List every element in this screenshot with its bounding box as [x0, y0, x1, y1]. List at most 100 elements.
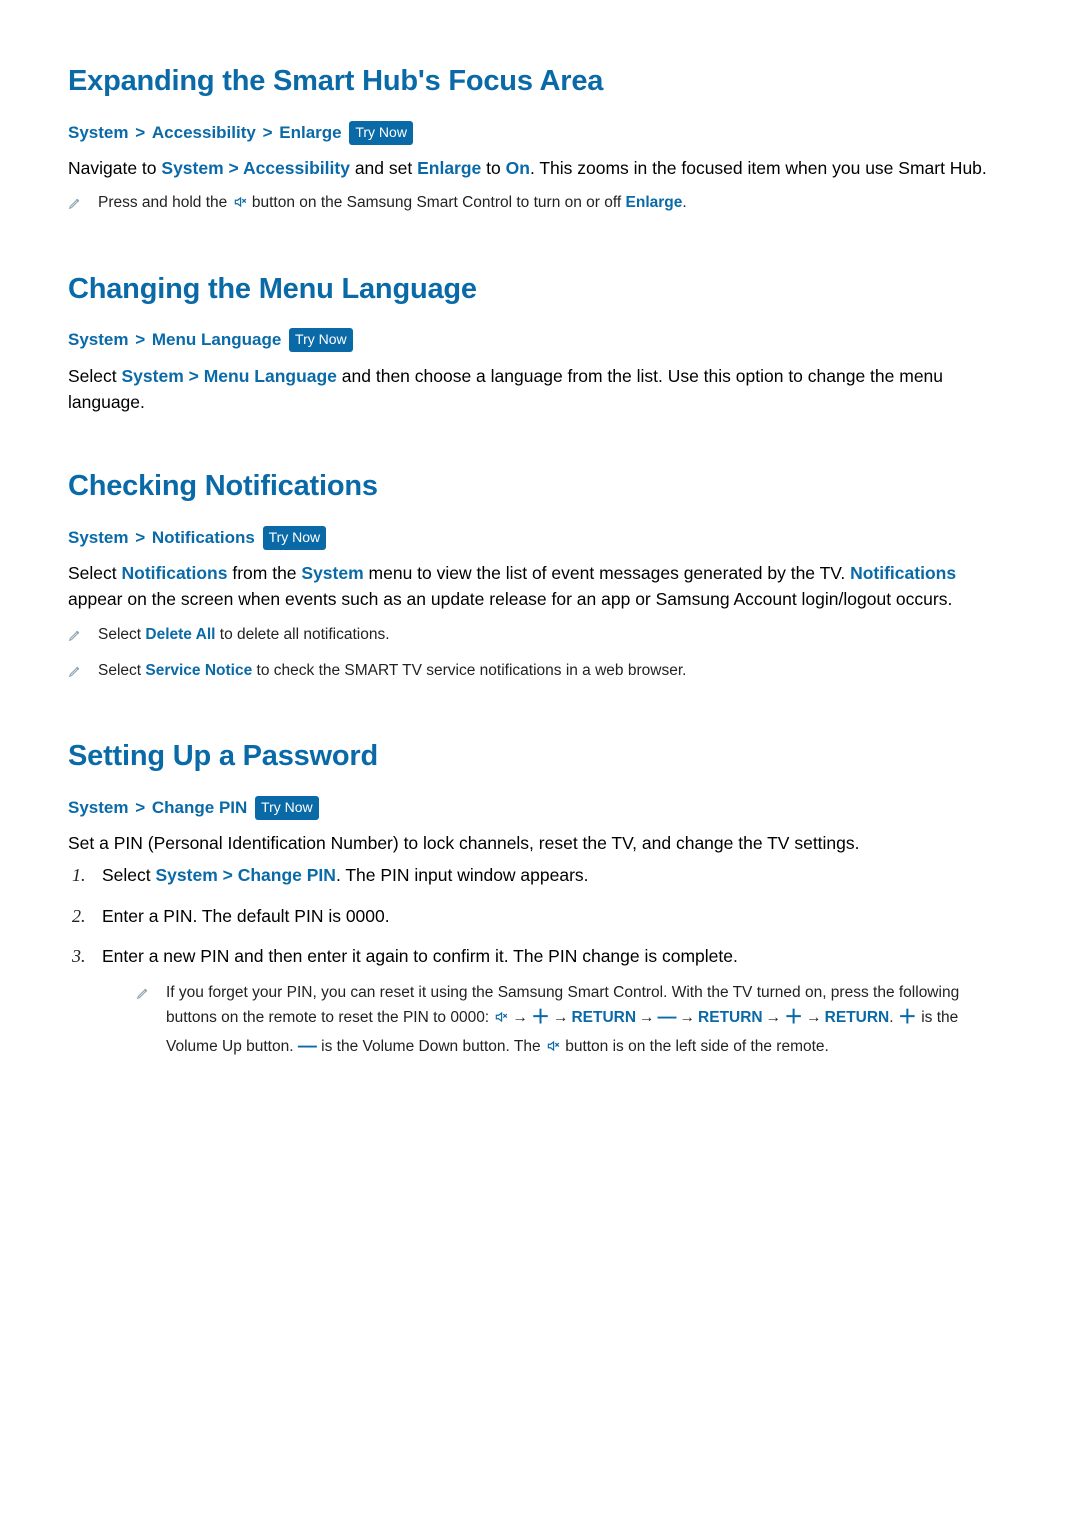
text: . The PIN input window appears.: [336, 865, 589, 885]
steps-list: Select System > Change PIN. The PIN inpu…: [68, 862, 1012, 1061]
keyword-service-notice: Service Notice: [145, 662, 252, 679]
note-row: Select Delete All to delete all notifica…: [68, 623, 1012, 649]
text: and set: [350, 158, 417, 178]
note-row: Select Service Notice to check the SMART…: [68, 659, 1012, 685]
note-text: If you forget your PIN, you can reset it…: [166, 981, 1012, 1061]
minus-icon: —: [298, 1036, 317, 1057]
text: is the Volume Down button. The: [317, 1038, 545, 1055]
plus-icon: ＋: [531, 1007, 550, 1028]
text: to check the SMART TV service notificati…: [252, 662, 686, 679]
text: Select: [98, 662, 145, 679]
breadcrumb-sep: >: [224, 158, 243, 178]
arrow-icon: →: [553, 1009, 569, 1026]
pencil-icon: [136, 984, 150, 1007]
paragraph: Navigate to System > Accessibility and s…: [68, 155, 1012, 181]
plus-icon: ＋: [898, 1007, 917, 1028]
breadcrumb-sep: >: [135, 798, 145, 817]
keyword-delete-all: Delete All: [145, 626, 215, 643]
heading-expanding: Expanding the Smart Hub's Focus Area: [68, 60, 1012, 104]
breadcrumb-notifications: System > Notifications Try Now: [68, 525, 1012, 551]
keyword-system: System: [156, 865, 218, 885]
breadcrumb-item: Change PIN: [152, 798, 247, 817]
note-text: Select Delete All to delete all notifica…: [98, 623, 1012, 646]
text: .: [682, 194, 686, 211]
keyword-system: System: [301, 563, 363, 583]
keyword-return: RETURN: [825, 1009, 890, 1026]
try-now-badge[interactable]: Try Now: [255, 796, 319, 820]
section-menu-language: Changing the Menu Language System > Menu…: [68, 268, 1012, 416]
text: Select: [102, 865, 156, 885]
breadcrumb-item: System: [68, 123, 128, 142]
paragraph: Select System > Menu Language and then c…: [68, 363, 1012, 416]
arrow-icon: →: [766, 1009, 782, 1026]
breadcrumb-menu-language: System > Menu Language Try Now: [68, 327, 1012, 353]
section-notifications: Checking Notifications System > Notifica…: [68, 465, 1012, 685]
keyword-system: System: [122, 366, 184, 386]
breadcrumb-sep: >: [184, 366, 204, 386]
keyword-menu-language: Menu Language: [204, 366, 337, 386]
try-now-badge[interactable]: Try Now: [349, 121, 413, 145]
section-expanding-focus: Expanding the Smart Hub's Focus Area Sys…: [68, 60, 1012, 218]
arrow-icon: →: [512, 1009, 528, 1026]
breadcrumb-item: Notifications: [152, 528, 255, 547]
minus-icon: —: [658, 1007, 677, 1028]
text: Select: [68, 366, 122, 386]
arrow-icon: →: [639, 1009, 655, 1026]
text: to delete all notifications.: [215, 626, 389, 643]
text: Select: [98, 626, 145, 643]
mute-icon: [232, 193, 248, 216]
text: Enter a new PIN and then enter it again …: [102, 946, 738, 966]
breadcrumb-change-pin: System > Change PIN Try Now: [68, 795, 1012, 821]
breadcrumb-item: Enlarge: [279, 123, 341, 142]
heading-notifications: Checking Notifications: [68, 465, 1012, 509]
keyword-notifications: Notifications: [850, 563, 956, 583]
pencil-icon: [68, 626, 82, 649]
list-item: Select System > Change PIN. The PIN inpu…: [68, 862, 1012, 888]
keyword-change-pin: Change PIN: [238, 865, 336, 885]
try-now-badge[interactable]: Try Now: [289, 328, 353, 352]
text: Select: [68, 563, 122, 583]
text: .: [889, 1009, 898, 1026]
arrow-icon: →: [806, 1009, 822, 1026]
paragraph: Select Notifications from the System men…: [68, 560, 1012, 613]
try-now-badge[interactable]: Try Now: [263, 526, 327, 550]
section-setting-password: Setting Up a Password System > Change PI…: [68, 735, 1012, 1061]
arrow-icon: →: [680, 1009, 696, 1026]
breadcrumb-sep: >: [218, 865, 238, 885]
keyword-enlarge: Enlarge: [417, 158, 481, 178]
breadcrumb-expanding: System > Accessibility > Enlarge Try Now: [68, 120, 1012, 146]
pencil-icon: [68, 662, 82, 685]
text: button is on the left side of the remote…: [561, 1038, 829, 1055]
plus-icon: ＋: [784, 1007, 803, 1028]
text: from the: [227, 563, 301, 583]
breadcrumb-sep: >: [263, 123, 273, 142]
pencil-icon: [68, 194, 82, 217]
note-text: Press and hold the button on the Samsung…: [98, 191, 1012, 216]
note-row: Press and hold the button on the Samsung…: [68, 191, 1012, 217]
text: . This zooms in the focused item when yo…: [530, 158, 987, 178]
list-item: Enter a PIN. The default PIN is 0000.: [68, 903, 1012, 929]
breadcrumb-item: Menu Language: [152, 330, 281, 349]
text: Navigate to: [68, 158, 161, 178]
text: menu to view the list of event messages …: [364, 563, 850, 583]
breadcrumb-item: System: [68, 330, 128, 349]
paragraph: Set a PIN (Personal Identification Numbe…: [68, 830, 1012, 856]
keyword-return: RETURN: [698, 1009, 763, 1026]
keyword-accessibility: Accessibility: [243, 158, 350, 178]
heading-setting-password: Setting Up a Password: [68, 735, 1012, 779]
keyword-on: On: [506, 158, 530, 178]
mute-icon: [545, 1037, 561, 1060]
keyword-system: System: [161, 158, 223, 178]
breadcrumb-sep: >: [135, 123, 145, 142]
keyword-notifications: Notifications: [122, 563, 228, 583]
text: Press and hold the: [98, 194, 232, 211]
breadcrumb-item: System: [68, 798, 128, 817]
text: appear on the screen when events such as…: [68, 589, 952, 609]
mute-icon: [493, 1008, 509, 1031]
list-item: Enter a new PIN and then enter it again …: [68, 943, 1012, 1062]
breadcrumb-sep: >: [135, 330, 145, 349]
breadcrumb-item: Accessibility: [152, 123, 256, 142]
breadcrumb-sep: >: [135, 528, 145, 547]
keyword-enlarge: Enlarge: [626, 194, 683, 211]
breadcrumb-item: System: [68, 528, 128, 547]
